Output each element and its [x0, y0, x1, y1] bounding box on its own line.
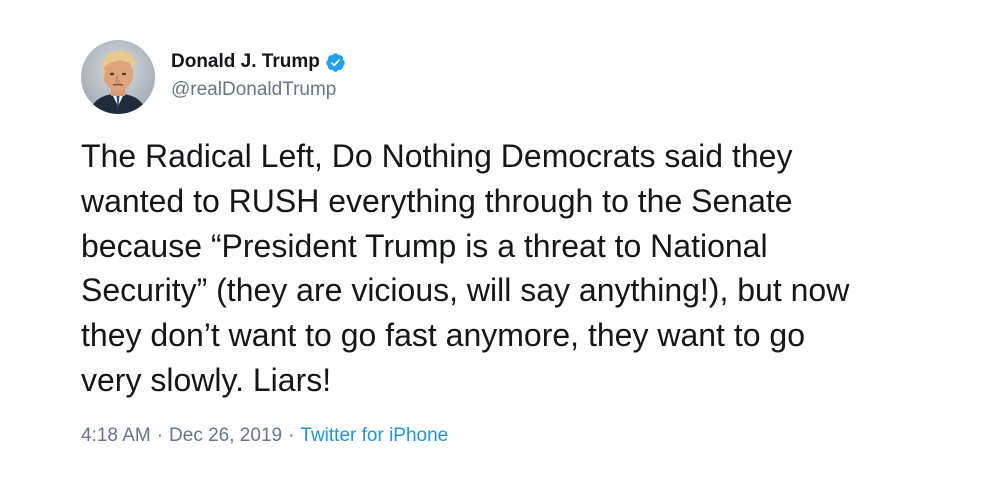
meta-separator: ·: [156, 425, 164, 446]
tweet-card: Donald J. Trump @realDonaldTrump The Rad…: [0, 0, 999, 499]
meta-separator: ·: [288, 425, 295, 446]
tweet-date[interactable]: Dec 26, 2019: [169, 424, 282, 448]
handle[interactable]: @realDonaldTrump: [171, 78, 336, 102]
tweet-source-link[interactable]: Twitter for iPhone: [300, 424, 448, 448]
tweet-text: The Radical Left, Do Nothing Democrats s…: [81, 138, 850, 398]
avatar[interactable]: [81, 40, 155, 114]
tweet-time[interactable]: 4:18 AM: [81, 424, 151, 448]
tweet-meta: 4:18 AM · Dec 26, 2019 · Twitter for iPh…: [81, 424, 448, 448]
display-name[interactable]: Donald J. Trump: [171, 50, 320, 74]
author-name-row: Donald J. Trump: [171, 50, 346, 74]
verified-badge-icon: [325, 52, 346, 73]
profile-photo-icon: [81, 40, 155, 114]
